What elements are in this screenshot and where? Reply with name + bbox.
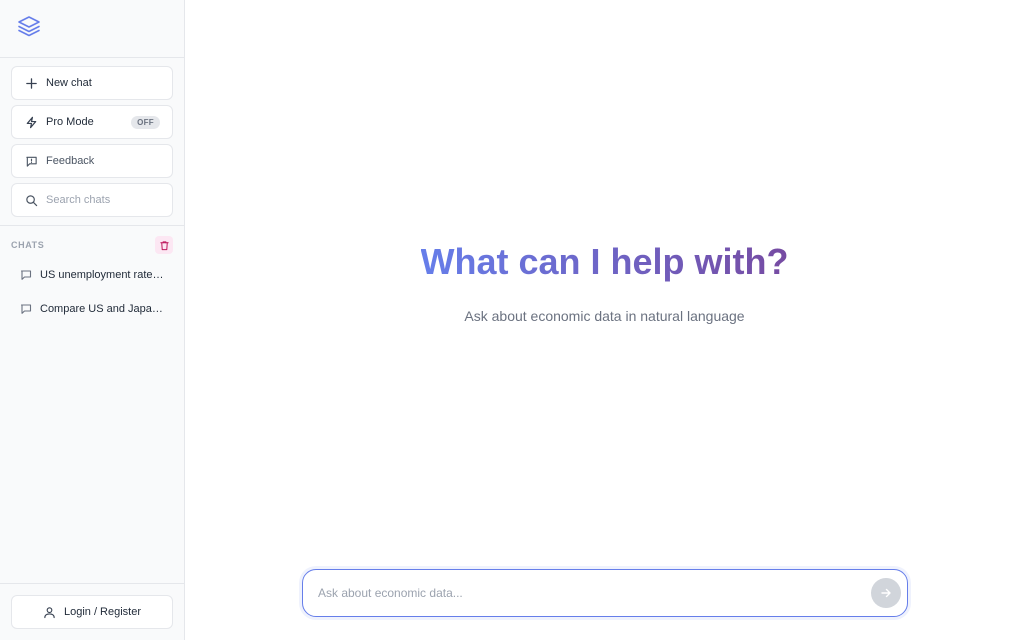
login-register-label: Login / Register	[63, 606, 142, 618]
pro-mode-label: Pro Mode	[46, 116, 94, 128]
new-chat-button[interactable]: New chat	[11, 66, 173, 100]
chat-bubble-icon	[20, 269, 32, 281]
page-title: What can I help with?	[421, 238, 789, 286]
feedback-label: Feedback	[46, 155, 95, 167]
arrow-right-icon	[881, 588, 891, 598]
layers-icon[interactable]	[17, 14, 41, 43]
pro-mode-toggle[interactable]: Pro Mode OFF	[11, 105, 173, 139]
login-register-button[interactable]: Login / Register	[11, 595, 173, 629]
sidebar-footer: Login / Register	[0, 583, 184, 640]
new-chat-label: New chat	[46, 77, 92, 89]
search-chats-placeholder: Search chats	[46, 194, 111, 206]
trash-icon	[159, 240, 169, 250]
send-button[interactable]	[871, 578, 901, 608]
sidebar-nav: New chat Pro Mode OFF Feedback Search ch…	[0, 58, 184, 226]
chat-title: Compare US and Japan ...	[40, 303, 164, 315]
chat-list: US unemployment rate a... Compare US and…	[0, 258, 184, 326]
logo-area	[0, 0, 184, 58]
chat-list-item[interactable]: US unemployment rate a...	[11, 258, 173, 292]
clear-chats-button[interactable]	[155, 236, 173, 254]
chats-header: CHATS	[0, 226, 184, 258]
chat-title: US unemployment rate a...	[40, 269, 164, 281]
chat-list-item[interactable]: Compare US and Japan ...	[11, 292, 173, 326]
message-square-icon	[24, 154, 38, 168]
feedback-button[interactable]: Feedback	[11, 144, 173, 178]
sidebar: New chat Pro Mode OFF Feedback Search ch…	[0, 0, 185, 640]
search-chats-input[interactable]: Search chats	[11, 183, 173, 217]
page-subtitle: Ask about economic data in natural langu…	[464, 308, 745, 324]
user-icon	[43, 606, 56, 619]
chats-title: CHATS	[11, 240, 45, 250]
app: New chat Pro Mode OFF Feedback Search ch…	[0, 0, 1024, 640]
chat-input[interactable]	[318, 586, 871, 600]
pro-mode-status-badge: OFF	[131, 115, 160, 129]
search-icon	[24, 193, 38, 207]
chat-bubble-icon	[20, 303, 32, 315]
chat-composer	[302, 569, 908, 617]
plus-icon	[24, 76, 38, 90]
main-panel: What can I help with? Ask about economic…	[185, 0, 1024, 640]
bolt-icon	[24, 115, 38, 129]
hero: What can I help with? Ask about economic…	[185, 238, 1024, 324]
